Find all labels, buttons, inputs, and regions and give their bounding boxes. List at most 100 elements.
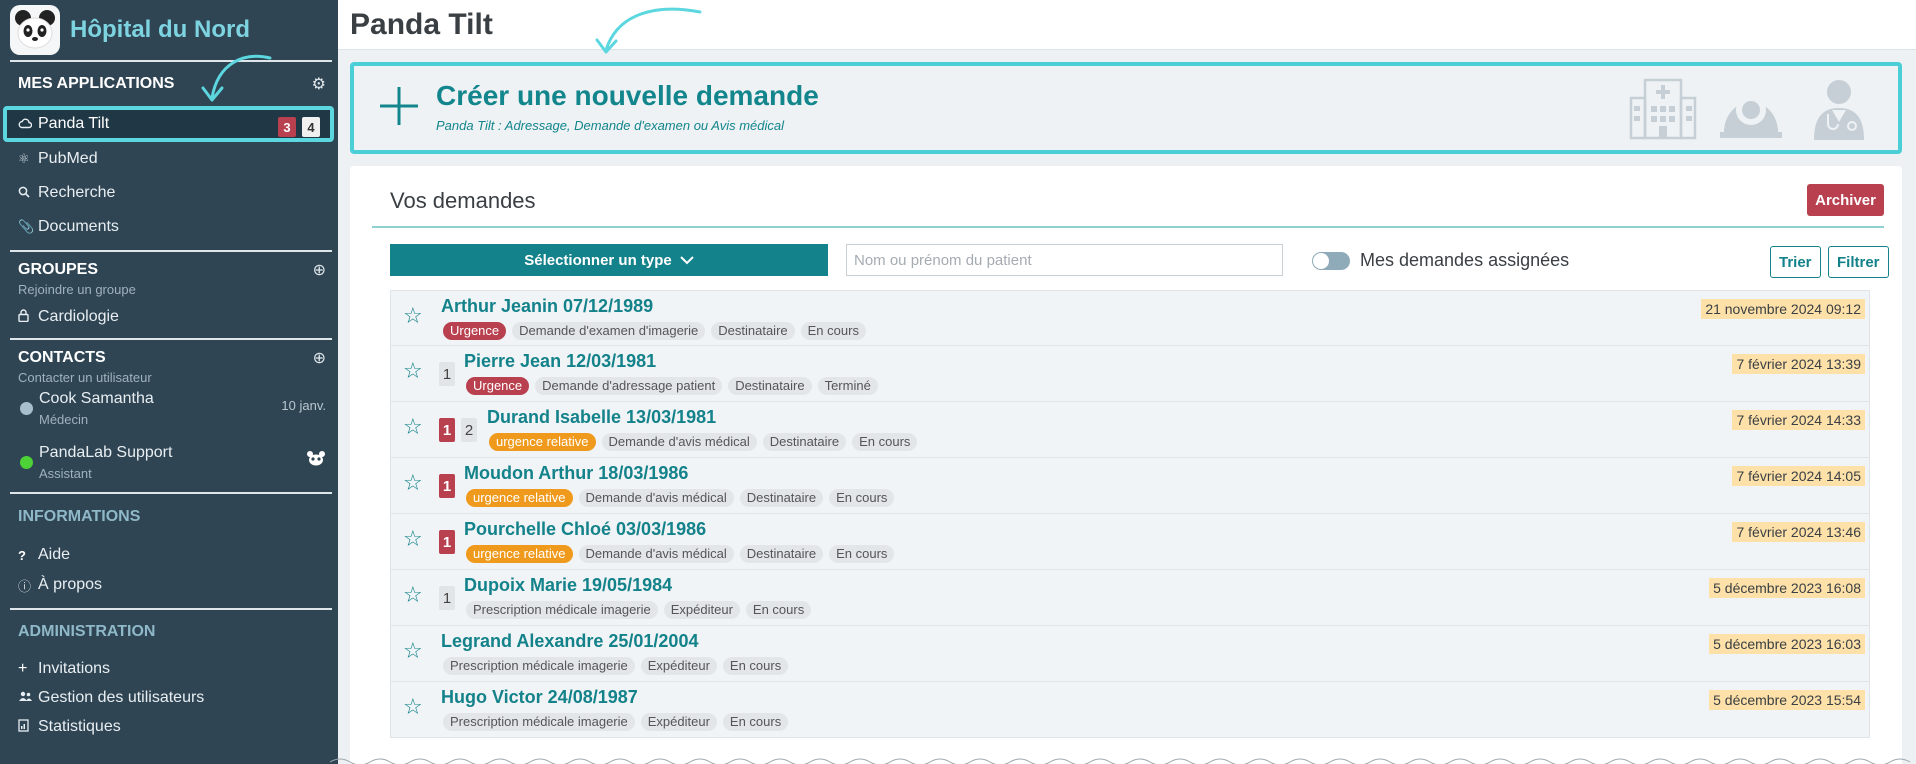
gear-icon[interactable]: ⚙ <box>312 74 326 94</box>
star-icon[interactable]: ☆ <box>403 528 423 550</box>
sidebar-item-documents[interactable]: 📎 Documents <box>0 210 338 244</box>
contact-cook-samantha[interactable]: Cook Samantha Médecin 10 janv. <box>0 384 338 438</box>
status-tag: En cours <box>800 322 866 340</box>
gray-count-badge: 2 <box>461 418 477 442</box>
request-date: 7 février 2024 14:33 <box>1732 410 1865 430</box>
chevron-down-icon <box>680 252 694 269</box>
patient-name[interactable]: Pierre Jean 12/03/1981 <box>464 351 656 372</box>
request-date: 5 décembre 2023 16:03 <box>1709 634 1865 654</box>
sidebar-item-invitations[interactable]: + Invitations <box>0 654 338 683</box>
request-date: 7 février 2024 14:05 <box>1732 466 1865 486</box>
page-title: Panda Tilt <box>350 7 493 41</box>
requests-title: Vos demandes <box>390 188 536 213</box>
users-icon <box>18 690 38 705</box>
create-request-subtitle: Panda Tilt : Adressage, Demande d'examen… <box>436 118 785 133</box>
sidebar-item-label: Statistiques <box>38 717 121 735</box>
star-icon[interactable]: ☆ <box>403 416 423 438</box>
role-tag: Expéditeur <box>640 713 717 731</box>
star-icon[interactable]: ☆ <box>403 472 423 494</box>
type-tag: Demande d'avis médical <box>601 433 757 451</box>
list-item[interactable]: ☆ 1 Pourchelle Chloé 03/03/1986 urgence … <box>390 514 1870 570</box>
contacts-header: CONTACTS ⊕ Contacter un utilisateur <box>0 340 338 385</box>
star-icon[interactable]: ☆ <box>403 360 423 382</box>
star-icon[interactable]: ☆ <box>403 305 423 327</box>
sidebar-item-label: Recherche <box>38 184 116 201</box>
status-tag: En cours <box>852 433 918 451</box>
patient-name[interactable]: Moudon Arthur 18/03/1986 <box>464 463 688 484</box>
list-item[interactable]: ☆ 1 Pierre Jean 12/03/1981 Urgence Deman… <box>390 346 1870 402</box>
list-item[interactable]: ☆ Legrand Alexandre 25/01/2004 Prescript… <box>390 626 1870 682</box>
patient-name[interactable]: Durand Isabelle 13/03/1981 <box>487 407 716 428</box>
star-icon[interactable]: ☆ <box>403 584 423 606</box>
panda-icon <box>306 450 326 471</box>
filter-button[interactable]: Filtrer <box>1828 246 1889 278</box>
tag-list: Urgence Demande d'adressage patient Dest… <box>466 377 878 395</box>
sidebar-item-cardiologie[interactable]: Cardiologie <box>0 300 338 334</box>
archive-button[interactable]: Archiver <box>1807 184 1884 216</box>
sidebar-item-label: Gestion des utilisateurs <box>38 688 205 706</box>
tag-list: Prescription médicale imagerie Expéditeu… <box>443 657 789 675</box>
type-select-button[interactable]: Sélectionner un type <box>390 244 828 276</box>
sidebar-item-panda-tilt[interactable]: Panda Tilt 3 4 <box>3 106 334 142</box>
sidebar-item-recherche[interactable]: Recherche <box>0 176 338 210</box>
request-date: 5 décembre 2023 16:08 <box>1709 578 1865 598</box>
header: Panda Tilt <box>338 0 1916 50</box>
request-date: 5 décembre 2023 15:54 <box>1709 690 1865 710</box>
status-tag: Terminé <box>817 377 878 395</box>
request-date: 7 février 2024 13:46 <box>1732 522 1865 542</box>
type-tag: Prescription médicale imagerie <box>443 713 635 731</box>
status-tag: En cours <box>722 713 789 731</box>
groups-subtitle[interactable]: Rejoindre un groupe <box>0 282 338 297</box>
contact-name: PandaLab Support <box>39 444 173 461</box>
role-tag: Destinataire <box>739 489 824 507</box>
paperclip-icon: 📎 <box>18 219 35 234</box>
list-item[interactable]: ☆ 1 Dupoix Marie 19/05/1984 Prescription… <box>390 570 1870 626</box>
assigned-toggle[interactable] <box>1312 252 1350 270</box>
contacts-title: CONTACTS <box>18 349 106 366</box>
contact-role: Assistant <box>39 466 92 481</box>
assigned-toggle-label: Mes demandes assignées <box>1360 250 1570 270</box>
star-icon[interactable]: ☆ <box>403 696 423 718</box>
patient-name[interactable]: Arthur Jeanin 07/12/1989 <box>441 296 653 317</box>
unread-red-badge: 3 <box>278 117 296 137</box>
hospital-icon <box>1629 78 1697 140</box>
sort-button[interactable]: Trier <box>1770 246 1821 278</box>
list-item[interactable]: ☆ 1 2 Durand Isabelle 13/03/1981 urgence… <box>390 402 1870 458</box>
patient-name[interactable]: Pourchelle Chloé 03/03/1986 <box>464 519 706 540</box>
tag-list: Urgence Demande d'examen d'imagerie Dest… <box>443 322 866 340</box>
sidebar-item-a-propos[interactable]: ⓘ À propos <box>0 570 338 600</box>
priority-badge: Urgence <box>443 322 507 340</box>
role-tag: Destinataire <box>728 377 812 395</box>
add-circle-icon[interactable]: ⊕ <box>313 260 326 280</box>
groups-header: GROUPES ⊕ Rejoindre un groupe <box>0 252 338 300</box>
sidebar-item-aide[interactable]: ? Aide <box>0 540 338 570</box>
contact-role: Médecin <box>39 412 89 427</box>
sidebar-item-pubmed[interactable]: ⚛ PubMed <box>0 142 338 176</box>
role-tag: Expéditeur <box>663 601 740 619</box>
sidebar: Hôpital du Nord MES APPLICATIONS ⚙ Panda… <box>0 0 338 764</box>
type-tag: Demande d'adressage patient <box>535 377 723 395</box>
doctor-icon <box>1814 80 1864 140</box>
patient-search-input[interactable] <box>846 244 1283 276</box>
patient-name[interactable]: Legrand Alexandre 25/01/2004 <box>441 631 698 652</box>
tag-list: Prescription médicale imagerie Expéditeu… <box>466 601 812 619</box>
create-request-title: Créer une nouvelle demande <box>436 80 819 111</box>
sidebar-item-gestion-utilisateurs[interactable]: Gestion des utilisateurs <box>0 683 338 712</box>
create-request-card[interactable]: Créer une nouvelle demande Panda Tilt : … <box>350 62 1902 154</box>
tag-list: Prescription médicale imagerie Expéditeu… <box>443 713 789 731</box>
patient-name[interactable]: Dupoix Marie 19/05/1984 <box>464 575 672 596</box>
footer-pattern <box>330 758 1911 764</box>
request-date: 7 février 2024 13:39 <box>1732 354 1865 374</box>
contact-pandalab-support[interactable]: PandaLab Support Assistant <box>0 438 338 492</box>
list-item[interactable]: ☆ Hugo Victor 24/08/1987 Prescription mé… <box>390 682 1870 738</box>
list-item[interactable]: ☆ Arthur Jeanin 07/12/1989 Urgence Deman… <box>390 290 1870 346</box>
search-icon <box>18 186 38 201</box>
list-item[interactable]: ☆ 1 Moudon Arthur 18/03/1986 urgence rel… <box>390 458 1870 514</box>
patient-name[interactable]: Hugo Victor 24/08/1987 <box>441 687 638 708</box>
brand[interactable]: Hôpital du Nord <box>0 0 338 60</box>
add-circle-icon[interactable]: ⊕ <box>313 348 326 368</box>
request-date: 21 novembre 2024 09:12 <box>1701 299 1865 319</box>
sidebar-item-statistiques[interactable]: Statistiques <box>0 712 338 741</box>
star-icon[interactable]: ☆ <box>403 640 423 662</box>
contacts-subtitle[interactable]: Contacter un utilisateur <box>0 370 338 385</box>
